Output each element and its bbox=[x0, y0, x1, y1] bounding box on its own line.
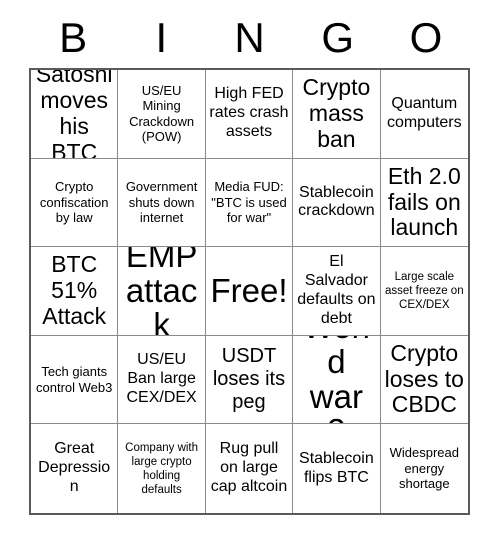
bingo-cell[interactable]: US/EU Ban large CEX/DEX bbox=[118, 335, 206, 425]
bingo-cell-label: Company with large crypto holding defaul… bbox=[125, 441, 199, 496]
bingo-cell[interactable]: Widespread energy shortage bbox=[380, 424, 468, 513]
bingo-cell[interactable]: Crypto confiscation by law bbox=[31, 158, 119, 248]
bingo-cell[interactable]: Quantum computers bbox=[380, 70, 468, 159]
header-letter-i: I bbox=[155, 14, 168, 61]
bingo-cell[interactable]: Crypto loses to CBDC bbox=[380, 335, 468, 425]
bingo-cell-label: Eth 2.0 fails on launch bbox=[387, 162, 461, 241]
bingo-cell-label: El Salvador defaults on debt bbox=[297, 253, 376, 327]
bingo-cell-label: USDT loses its peg bbox=[212, 345, 286, 413]
bingo-cell[interactable]: Crypto mass ban bbox=[293, 70, 381, 159]
bingo-cell[interactable]: Stablecoin crackdown bbox=[293, 158, 381, 248]
bingo-cell-label: Government shuts down internet bbox=[125, 179, 198, 226]
bingo-cell-label: Media FUD: "BTC is used for war" bbox=[211, 179, 287, 226]
bingo-cell-label: Crypto mass ban bbox=[302, 74, 371, 152]
bingo-cell[interactable]: Stablecoin flips BTC bbox=[293, 424, 381, 513]
bingo-card: B I N G O Satoshi moves his BTC US/EU Min… bbox=[0, 0, 500, 544]
bingo-cell[interactable]: Eth 2.0 fails on launch bbox=[380, 158, 468, 248]
bingo-cell[interactable]: Satoshi moves his BTC bbox=[31, 70, 119, 159]
bingo-cell-label: Tech giants control Web3 bbox=[36, 364, 113, 395]
bingo-cell[interactable]: World war 3 bbox=[293, 335, 381, 425]
bingo-cell-label: US/EU Ban large CEX/DEX bbox=[126, 351, 197, 407]
bingo-cell-label: Crypto loses to CBDC bbox=[384, 339, 464, 418]
bingo-cell-label: World war 3 bbox=[303, 336, 370, 424]
header-letter-o: O bbox=[409, 14, 443, 61]
bingo-cell[interactable]: Great Depression bbox=[31, 424, 119, 513]
bingo-cell-label: BTC 51% Attack bbox=[42, 251, 107, 329]
bingo-grid: Satoshi moves his BTC US/EU Mining Crackd… bbox=[29, 68, 470, 515]
bingo-cell[interactable]: Tech giants control Web3 bbox=[31, 335, 119, 425]
bingo-cell-label: Stablecoin crackdown bbox=[298, 183, 375, 220]
bingo-cell-label: Satoshi moves his BTC bbox=[35, 70, 113, 159]
bingo-cell-label: US/EU Mining Crackdown (POW) bbox=[129, 82, 195, 145]
bingo-cell[interactable]: Rug pull on large cap altcoin bbox=[205, 424, 294, 513]
bingo-cell-label: Widespread energy shortage bbox=[389, 445, 459, 492]
bingo-cell[interactable]: BTC 51% Attack bbox=[31, 247, 119, 336]
bingo-cell[interactable]: El Salvador defaults on debt bbox=[293, 247, 381, 336]
header-letter-g: G bbox=[321, 14, 355, 61]
bingo-cell-label: Quantum computers bbox=[386, 94, 462, 131]
header-letter-b: B bbox=[59, 14, 88, 61]
bingo-cell-label: Large scale asset freeze on CEX/DEX bbox=[384, 270, 464, 311]
bingo-header: B I N G O bbox=[29, 8, 470, 68]
bingo-cell[interactable]: USDT loses its peg bbox=[205, 335, 294, 425]
bingo-cell[interactable]: Company with large crypto holding defaul… bbox=[118, 424, 206, 513]
header-letter-n: N bbox=[234, 14, 265, 61]
bingo-cell[interactable]: Large scale asset freeze on CEX/DEX bbox=[380, 247, 468, 336]
bingo-cell[interactable]: Government shuts down internet bbox=[118, 158, 206, 248]
bingo-cell-label: Stablecoin flips BTC bbox=[299, 449, 374, 486]
bingo-cell[interactable]: EMP attack bbox=[118, 247, 206, 336]
bingo-cell-label: EMP attack bbox=[125, 247, 198, 336]
bingo-cell[interactable]: US/EU Mining Crackdown (POW) bbox=[118, 70, 206, 159]
bingo-cell-label: Great Depression bbox=[38, 440, 111, 496]
bingo-cell[interactable]: Media FUD: "BTC is used for war" bbox=[205, 158, 294, 248]
bingo-cell-free[interactable]: Free! bbox=[205, 247, 294, 336]
bingo-cell[interactable]: High FED rates crash assets bbox=[205, 70, 294, 159]
bingo-cell-label: Rug pull on large cap altcoin bbox=[210, 440, 288, 496]
bingo-cell-label: Free! bbox=[210, 271, 288, 309]
bingo-cell-label: High FED rates crash assets bbox=[209, 85, 289, 141]
bingo-cell-label: Crypto confiscation by law bbox=[39, 179, 109, 226]
